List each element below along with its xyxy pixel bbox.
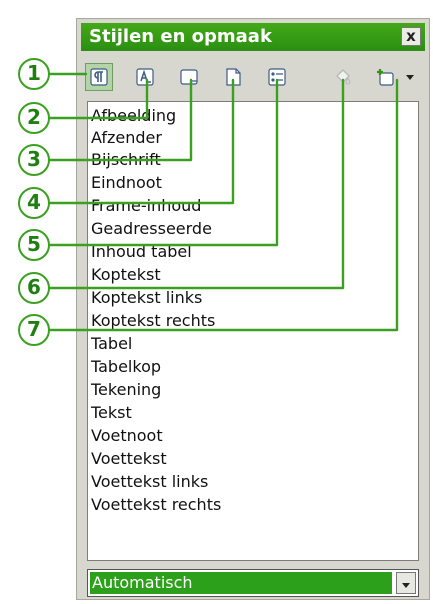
title-bar: Stijlen en opmaak x <box>81 23 425 51</box>
list-item[interactable]: Tekening <box>91 379 161 401</box>
list-item[interactable]: Voettekst rechts <box>91 494 221 516</box>
styles-toolbar <box>77 57 429 97</box>
callout-5: 5 <box>18 229 50 261</box>
style-filter-value[interactable]: Automatisch <box>90 572 392 594</box>
styles-and-formatting-panel: Stijlen en opmaak x Afbeelding Afzender … <box>76 18 430 600</box>
fill-format-mode-icon <box>333 67 353 87</box>
frame-styles-button[interactable] <box>175 63 203 91</box>
list-item[interactable]: Voetnoot <box>91 425 163 447</box>
paragraph-styles-icon <box>89 67 109 87</box>
list-item[interactable]: Tabel <box>91 333 132 355</box>
list-item[interactable]: Afbeelding <box>91 105 176 127</box>
style-filter-dropdown[interactable]: Automatisch <box>87 569 419 597</box>
list-item[interactable]: Afzender <box>91 127 162 149</box>
list-item[interactable]: Koptekst rechts <box>91 310 215 332</box>
dropdown-button[interactable] <box>396 572 416 594</box>
callout-7: 7 <box>18 314 50 346</box>
callout-2: 2 <box>18 102 50 134</box>
list-item[interactable]: Frame-inhoud <box>91 195 201 217</box>
callout-1: 1 <box>18 58 50 90</box>
list-item[interactable]: Tekst <box>91 402 132 424</box>
chevron-down-icon <box>401 574 411 593</box>
new-style-from-selection-icon <box>375 67 395 87</box>
list-item[interactable]: Koptekst <box>91 264 161 286</box>
list-item[interactable]: Voettekst <box>91 448 167 470</box>
close-button[interactable]: x <box>401 27 421 46</box>
list-item[interactable]: Geadresseerde <box>91 218 212 240</box>
panel-title: Stijlen en opmaak <box>89 26 272 47</box>
more-options-button[interactable] <box>401 63 419 91</box>
character-styles-button[interactable] <box>131 63 159 91</box>
character-styles-icon <box>135 67 155 87</box>
list-item[interactable]: Tabelkop <box>91 356 161 378</box>
list-item[interactable]: Koptekst links <box>91 287 202 309</box>
list-item[interactable]: Voettekst links <box>91 471 208 493</box>
callout-4: 4 <box>18 187 50 219</box>
callout-3: 3 <box>18 144 50 176</box>
frame-styles-icon <box>179 67 199 87</box>
list-item[interactable]: Inhoud tabel <box>91 241 192 263</box>
list-styles-icon <box>267 67 287 87</box>
fill-format-mode-button[interactable] <box>329 63 357 91</box>
new-style-from-selection-button[interactable] <box>371 63 399 91</box>
styles-list[interactable]: Afbeelding Afzender Bijschrift Eindnoot … <box>87 101 419 561</box>
paragraph-styles-button[interactable] <box>85 63 113 91</box>
list-styles-button[interactable] <box>263 63 291 91</box>
list-item[interactable]: Eindnoot <box>91 172 162 194</box>
page-styles-icon <box>223 67 243 87</box>
page-styles-button[interactable] <box>219 63 247 91</box>
list-item[interactable]: Bijschrift <box>91 149 161 171</box>
chevron-down-icon <box>405 73 415 81</box>
callout-6: 6 <box>18 272 50 304</box>
